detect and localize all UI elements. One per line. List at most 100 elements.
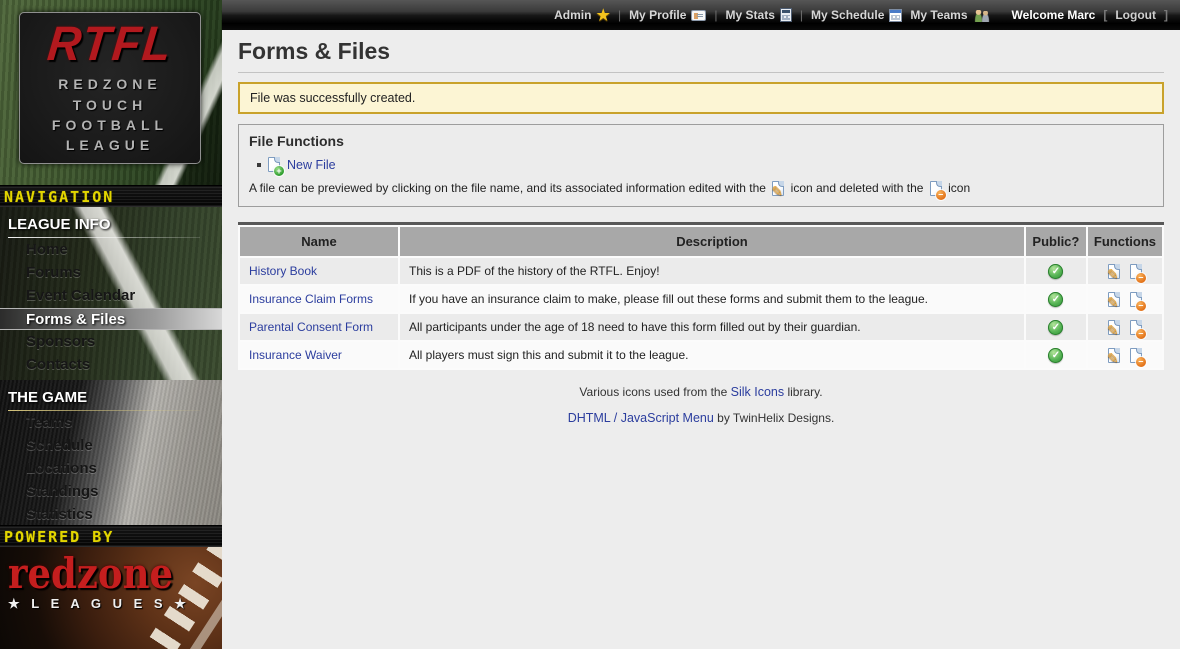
redzone-leagues-logo[interactable]: redzone ★ L E A G U E S ★ — [8, 555, 190, 612]
topbar-my-teams-label: My Teams — [910, 8, 967, 22]
league-logo[interactable]: RTFL REDZONE TOUCH FOOTBALL LEAGUE — [19, 12, 201, 164]
new-file-icon — [268, 157, 280, 172]
sidebar-item-teams[interactable]: Teams — [0, 412, 222, 434]
group-icon — [973, 9, 990, 22]
calendar-icon — [889, 9, 902, 22]
file-description: If you have an insurance claim to make, … — [400, 286, 1024, 312]
footer-icons-text: library. — [787, 385, 822, 399]
sidebar-item-forums[interactable]: Forums — [0, 262, 222, 284]
section-title-league-info: LEAGUE INFO — [0, 213, 222, 238]
sidebar-item-locations[interactable]: Locations — [0, 458, 222, 480]
column-header-public: Public? — [1026, 227, 1086, 256]
sidebar-item-home[interactable]: Home — [0, 239, 222, 261]
sidebar-section-league-info: LEAGUE INFO Home Forums Event Calendar F… — [0, 207, 222, 380]
sidebar-item-contacts[interactable]: Contacts — [0, 354, 222, 376]
file-functions-title: File Functions — [249, 133, 1153, 149]
calculator-icon — [780, 8, 792, 22]
public-check-icon: ✓ — [1048, 264, 1063, 279]
main-panel: Forms & Files File was successfully crea… — [222, 30, 1180, 425]
file-name-link[interactable]: Parental Consent Form — [249, 320, 373, 334]
sidebar-logo-area: RTFL REDZONE TOUCH FOOTBALL LEAGUE — [0, 0, 222, 185]
sidebar-item-sponsors[interactable]: Sponsors — [0, 331, 222, 353]
column-header-name: Name — [240, 227, 398, 256]
logo-title: RTFL — [45, 19, 175, 67]
file-name-link[interactable]: Insurance Waiver — [249, 348, 342, 362]
redzone-logo-text: redzone — [8, 552, 190, 595]
delete-icon[interactable] — [1130, 348, 1142, 363]
file-description: All participants under the age of 18 nee… — [400, 314, 1024, 340]
topbar-separator: | — [800, 8, 803, 22]
public-check-icon: ✓ — [1048, 348, 1063, 363]
star-icon: ★ — [596, 8, 609, 23]
table-row: History Book This is a PDF of the histor… — [240, 258, 1162, 284]
file-functions-box: File Functions New File A file can be pr… — [238, 124, 1164, 207]
public-check-icon: ✓ — [1048, 292, 1063, 307]
delete-icon[interactable] — [1130, 320, 1142, 335]
page-title: Forms & Files — [238, 38, 1164, 65]
silk-icons-link[interactable]: Silk Icons — [731, 385, 785, 399]
topbar-my-teams-link[interactable]: My Teams — [910, 8, 989, 22]
table-row: Parental Consent Form All participants u… — [240, 314, 1162, 340]
sidebar-item-event-calendar[interactable]: Event Calendar — [0, 285, 222, 307]
sidebar-item-forms-files[interactable]: Forms & Files — [0, 308, 222, 330]
file-description: This is a PDF of the history of the RTFL… — [400, 258, 1024, 284]
logo-subtitle-line: REDZONE — [58, 74, 161, 94]
topbar: Admin ★ | My Profile | My Stats | My Sch… — [222, 0, 1180, 30]
page-footer: Various icons used from the Silk Icons l… — [238, 385, 1164, 425]
logout-bracket: ] — [1164, 8, 1168, 22]
new-file-row: New File — [257, 157, 1153, 172]
table-row: Insurance Waiver All players must sign t… — [240, 342, 1162, 368]
sidebar: RTFL REDZONE TOUCH FOOTBALL LEAGUE NAVIG… — [0, 0, 222, 649]
delete-icon[interactable] — [1130, 292, 1142, 307]
file-name-link[interactable]: History Book — [249, 264, 317, 278]
file-description: All players must sign this and submit it… — [400, 342, 1024, 368]
topbar-separator: | — [618, 8, 621, 22]
logout-bracket: [ — [1103, 8, 1107, 22]
sidebar-item-statistics[interactable]: Statistics — [0, 504, 222, 526]
edit-icon[interactable] — [1108, 320, 1120, 335]
column-header-functions: Functions — [1088, 227, 1162, 256]
twinhelix-menu-link[interactable]: DHTML / JavaScript Menu — [568, 411, 714, 425]
topbar-my-schedule-link[interactable]: My Schedule — [811, 8, 902, 22]
topbar-separator: | — [714, 8, 717, 22]
edit-icon — [772, 181, 784, 196]
hint-text: icon and deleted with the — [791, 181, 924, 195]
title-divider — [238, 72, 1164, 73]
sidebar-item-standings[interactable]: Standings — [0, 481, 222, 503]
file-functions-hint: A file can be previewed by clicking on t… — [249, 181, 1153, 196]
new-file-link[interactable]: New File — [287, 158, 336, 172]
welcome-user-label: Welcome Marc — [1012, 8, 1096, 22]
vcard-icon — [691, 10, 706, 21]
logo-subtitle-line: TOUCH — [73, 95, 148, 115]
topbar-my-profile-link[interactable]: My Profile — [629, 8, 706, 22]
list-bullet — [257, 163, 261, 167]
powered-by-area: redzone ★ L E A G U E S ★ — [0, 547, 222, 649]
leagues-logo-text: ★ L E A G U E S ★ — [8, 596, 190, 612]
footer-menu-text: by TwinHelix Designs. — [717, 411, 834, 425]
edit-icon[interactable] — [1108, 292, 1120, 307]
content-area: Admin ★ | My Profile | My Stats | My Sch… — [222, 0, 1180, 649]
file-name-link[interactable]: Insurance Claim Forms — [249, 292, 373, 306]
topbar-admin-label: Admin — [554, 8, 591, 22]
navigation-header: NAVIGATION — [0, 185, 222, 207]
logo-subtitle-line: LEAGUE — [66, 135, 154, 155]
topbar-my-schedule-label: My Schedule — [811, 8, 884, 22]
sidebar-item-schedule[interactable]: Schedule — [0, 435, 222, 457]
flash-notice: File was successfully created. — [238, 82, 1164, 114]
edit-icon[interactable] — [1108, 348, 1120, 363]
delete-icon[interactable] — [1130, 264, 1142, 279]
column-header-description: Description — [400, 227, 1024, 256]
topbar-admin-link[interactable]: Admin ★ — [554, 8, 610, 23]
edit-icon[interactable] — [1108, 264, 1120, 279]
page: RTFL REDZONE TOUCH FOOTBALL LEAGUE NAVIG… — [0, 0, 1180, 649]
hint-text: A file can be previewed by clicking on t… — [249, 181, 766, 195]
public-check-icon: ✓ — [1048, 320, 1063, 335]
topbar-my-stats-link[interactable]: My Stats — [726, 8, 792, 22]
table-row: Insurance Claim Forms If you have an ins… — [240, 286, 1162, 312]
sidebar-section-the-game: THE GAME Teams Schedule Locations Standi… — [0, 380, 222, 525]
footer-icons-text: Various icons used from the — [579, 385, 727, 399]
logout-link[interactable]: Logout — [1115, 8, 1156, 22]
topbar-my-profile-label: My Profile — [629, 8, 686, 22]
delete-icon — [930, 181, 942, 196]
section-title-the-game: THE GAME — [0, 386, 222, 411]
